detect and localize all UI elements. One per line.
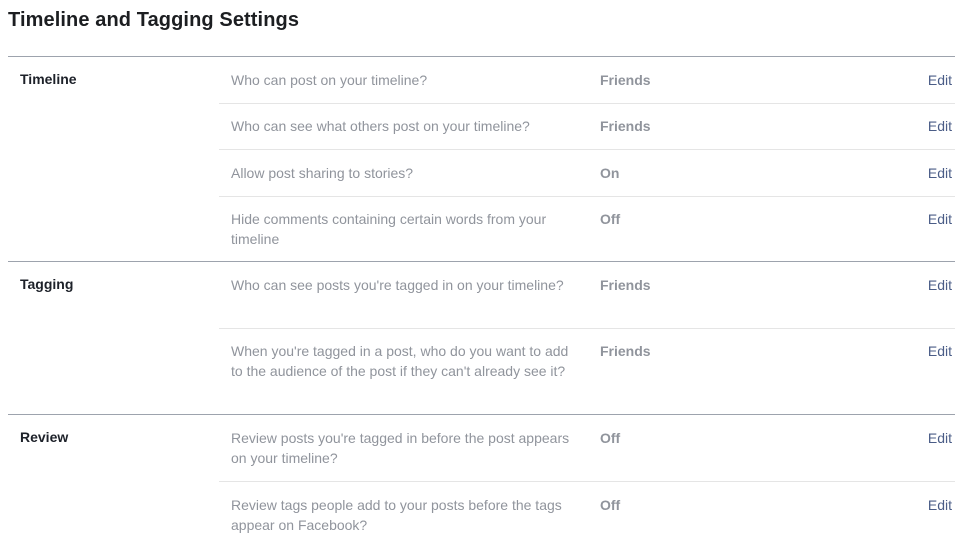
edit-link[interactable]: Edit [928,495,952,515]
section-label-timeline: Timeline [20,71,77,87]
setting-value: Off [600,430,621,446]
edit-link[interactable]: Edit [928,163,952,183]
setting-value: On [600,165,620,181]
setting-question: Hide comments containing certain words f… [231,211,547,247]
setting-question: When you're tagged in a post, who do you… [231,343,569,379]
edit-link[interactable]: Edit [928,70,952,90]
setting-value: Friends [600,277,651,293]
edit-link[interactable]: Edit [928,341,952,361]
edit-link[interactable]: Edit [928,209,952,229]
setting-question: Who can post on your timeline? [231,72,428,88]
setting-value: Friends [600,343,651,359]
section-label-tagging: Tagging [20,276,74,292]
setting-row: Who can see what others post on your tim… [219,103,955,150]
page-title: Timeline and Tagging Settings [8,9,300,31]
setting-row: When you're tagged in a post, who do you… [219,328,955,415]
setting-question: Review tags people add to your posts bef… [231,497,562,533]
setting-row: Allow post sharing to stories? On Edit [219,150,955,197]
setting-question: Review posts you're tagged in before the… [231,430,570,466]
edit-link[interactable]: Edit [928,116,952,136]
section-label-review: Review [20,429,69,445]
setting-question: Allow post sharing to stories? [231,165,414,181]
section-timeline: Timeline Who can post on your timeline? … [8,56,955,262]
section-tagging: Tagging Who can see posts you're tagged … [8,261,955,415]
setting-row: Who can post on your timeline? Friends E… [219,57,955,104]
setting-value: Friends [600,72,651,88]
edit-link[interactable]: Edit [928,428,952,448]
setting-value: Off [600,497,621,513]
setting-row: Review tags people add to your posts bef… [219,482,955,547]
setting-question: Who can see posts you're tagged in on yo… [231,277,564,293]
setting-row: Review posts you're tagged in before the… [219,415,955,482]
setting-value: Off [600,211,621,227]
edit-link[interactable]: Edit [928,275,952,295]
setting-value: Friends [600,118,651,134]
setting-row: Hide comments containing certain words f… [219,196,955,262]
setting-row: Who can see posts you're tagged in on yo… [219,262,955,329]
setting-question: Who can see what others post on your tim… [231,118,530,134]
section-review: Review Review posts you're tagged in bef… [8,414,955,547]
